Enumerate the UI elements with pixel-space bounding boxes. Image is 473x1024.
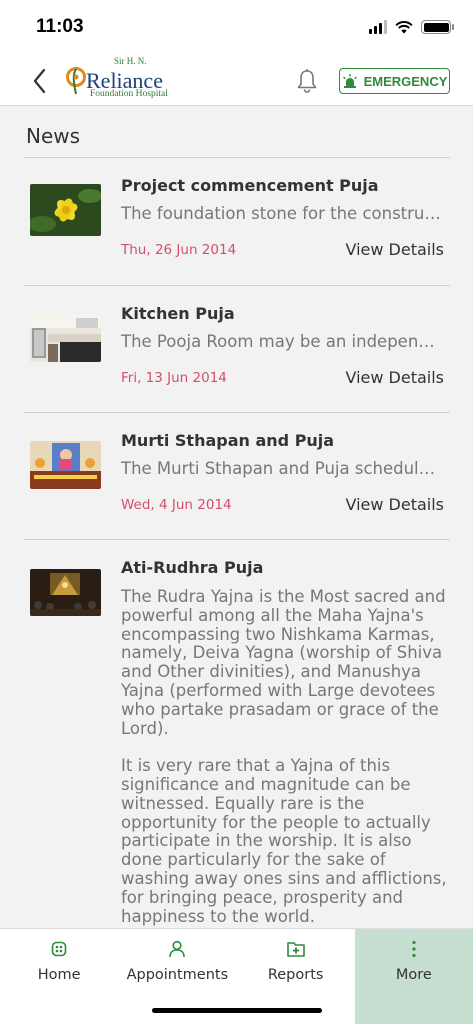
view-details-link[interactable]: View Details: [345, 368, 444, 387]
news-paragraph: The Rudra Yajna is the Most sacred and p…: [121, 587, 446, 738]
notification-bell-icon[interactable]: [295, 68, 319, 94]
app-header: Sir H. N. Reliance Foundation Hospital E…: [0, 56, 473, 106]
view-details-link[interactable]: View Details: [345, 240, 444, 259]
news-description: The foundation stone for the constructio…: [121, 204, 443, 223]
status-time: 11:03: [36, 16, 84, 37]
news-date: Fri, 13 Jun 2014: [121, 370, 227, 386]
home-icon: [51, 941, 67, 957]
news-description: The Pooja Room may be an independent spa…: [121, 332, 443, 351]
logo-subtitle: Foundation Hospital: [90, 89, 168, 99]
tab-more[interactable]: More: [354, 929, 473, 1024]
emergency-button[interactable]: EMERGENCY: [339, 68, 450, 94]
view-details-link[interactable]: View Details: [345, 495, 444, 514]
news-item[interactable]: Ati-Rudhra Puja The Rudra Yajna is the M…: [24, 540, 450, 928]
news-content[interactable]: News Project commencement Puja The found…: [0, 107, 473, 928]
home-indicator[interactable]: [152, 1008, 322, 1013]
back-button[interactable]: [28, 66, 52, 96]
news-thumbnail-murti: [30, 441, 101, 489]
news-item[interactable]: Kitchen Puja The Pooja Room may be an in…: [24, 286, 450, 413]
tab-label: Reports: [267, 967, 324, 983]
siren-icon: [342, 74, 357, 88]
battery-icon: [421, 20, 454, 34]
news-thumbnail-kitchen: [30, 314, 101, 362]
tab-home[interactable]: Home: [0, 929, 118, 1024]
status-icons: [369, 20, 454, 34]
news-thumbnail-yajna: [30, 569, 101, 616]
logo-mark-icon: [66, 67, 86, 95]
news-item[interactable]: Project commencement Puja The foundation…: [24, 158, 450, 286]
news-item[interactable]: Murti Sthapan and Puja The Murti Sthapan…: [24, 413, 450, 540]
news-date: Thu, 26 Jun 2014: [121, 242, 237, 258]
tab-label: Appointments: [126, 967, 229, 983]
news-body: The Rudra Yajna is the Most sacred and p…: [121, 587, 451, 926]
hospital-logo: Sir H. N. Reliance Foundation Hospital: [64, 56, 179, 104]
news-description: The Murti Sthapan and Puja scheduled at …: [121, 459, 443, 478]
news-paragraph: It is very rare that a Yajna of this sig…: [121, 756, 447, 926]
folder-plus-icon: [286, 942, 305, 957]
emergency-label: EMERGENCY: [363, 73, 448, 89]
news-title: Ati-Rudhra Puja: [121, 558, 264, 577]
page-title: News: [26, 124, 81, 148]
status-bar: 11:03: [0, 0, 473, 56]
wifi-icon: [395, 21, 413, 34]
person-icon: [169, 940, 186, 958]
signal-icon: [369, 20, 387, 34]
tab-label: Home: [37, 967, 81, 983]
logo-prefix: Sir H. N.: [114, 56, 147, 66]
more-vertical-icon: [412, 940, 416, 958]
news-date: Wed, 4 Jun 2014: [121, 497, 232, 513]
news-title: Kitchen Puja: [121, 304, 235, 323]
news-title: Project commencement Puja: [121, 176, 379, 195]
news-thumbnail-flower: [30, 184, 101, 236]
news-title: Murti Sthapan and Puja: [121, 431, 335, 450]
tab-label: More: [395, 967, 432, 983]
